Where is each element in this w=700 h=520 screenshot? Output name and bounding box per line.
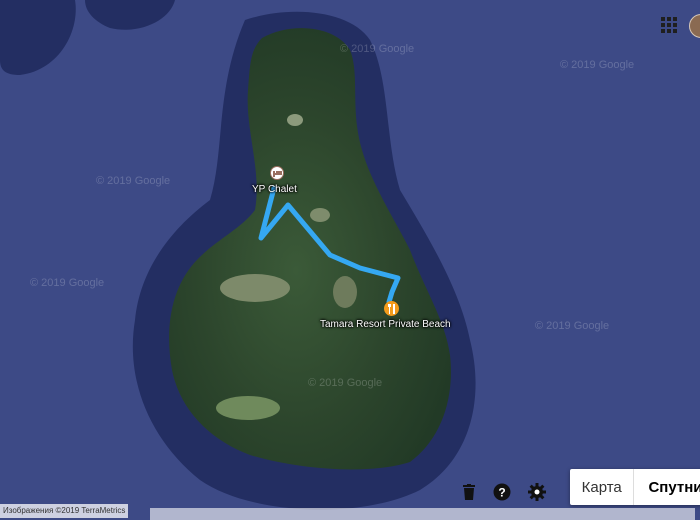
map-type-toggle: Карта Спутник xyxy=(570,469,700,505)
hotel-label[interactable]: YP Chalet xyxy=(252,184,297,195)
restaurant-icon[interactable] xyxy=(384,301,399,316)
map-watermark: © 2019 Google xyxy=(340,43,414,55)
map-watermark: © 2019 Google xyxy=(30,277,104,289)
map-watermark: © 2019 Google xyxy=(560,59,634,71)
hotel-icon[interactable] xyxy=(270,166,284,180)
map-watermark: © 2019 Google xyxy=(96,175,170,187)
clearing xyxy=(216,396,280,420)
clearing xyxy=(333,276,357,308)
map-watermark: © 2019 Google xyxy=(308,377,382,389)
map-type-satellite-button[interactable]: Спутник xyxy=(634,469,700,505)
map-watermark: © 2019 Google xyxy=(535,320,609,332)
trash-icon[interactable] xyxy=(459,483,479,501)
clearing xyxy=(310,208,330,222)
map-type-map-button[interactable]: Карта xyxy=(570,469,635,505)
restaurant-label[interactable]: Tamara Resort Private Beach xyxy=(320,319,451,330)
map-footer-bar xyxy=(150,508,695,520)
clearing xyxy=(220,274,290,302)
gear-icon[interactable] xyxy=(527,483,547,501)
satellite-map[interactable]: © 2019 Google © 2019 Google © 2019 Googl… xyxy=(0,0,700,520)
clearing xyxy=(287,114,303,126)
svg-text:?: ? xyxy=(498,486,505,500)
help-icon[interactable]: ? xyxy=(492,483,512,501)
imagery-attribution: Изображения ©2019 TerraMetrics xyxy=(0,504,129,518)
apps-grid-icon[interactable] xyxy=(661,17,677,33)
